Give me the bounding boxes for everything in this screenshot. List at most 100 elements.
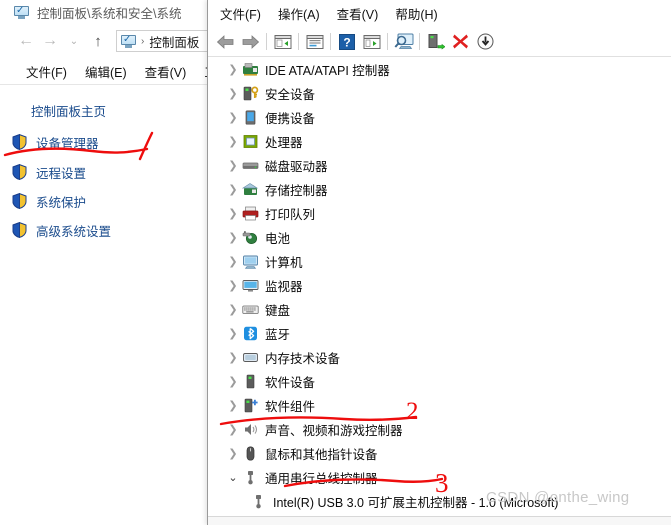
tree-row[interactable]: ❯ 软件组件: [208, 393, 671, 417]
chevron-right-icon[interactable]: ❯: [224, 81, 242, 105]
chevron-right-icon[interactable]: ❯: [224, 57, 242, 81]
tree-row[interactable]: ❯ 鼠标和其他指针设备: [208, 441, 671, 465]
tree-row[interactable]: ❯ 软件设备: [208, 369, 671, 393]
tree-row-label: 软件组件: [265, 399, 316, 414]
toolbar-separator: [387, 33, 388, 50]
chevron-right-icon[interactable]: ❯: [224, 249, 242, 273]
tree-row[interactable]: ❯ IDE ATA/ATAPI 控制器: [208, 57, 671, 81]
sound-video-game-controller-icon: [242, 421, 259, 438]
chevron-right-icon[interactable]: ❯: [224, 201, 242, 225]
usb-device-icon: [250, 493, 267, 510]
tree-row-label: 鼠标和其他指针设备: [265, 447, 378, 462]
chevron-right-icon[interactable]: ❯: [224, 369, 242, 393]
enable-device-icon[interactable]: [423, 30, 448, 54]
chevron-right-icon[interactable]: ❯: [224, 441, 242, 465]
link-device-manager[interactable]: 设备管理器: [12, 133, 99, 151]
tree-row[interactable]: ❯ 存储控制器: [208, 177, 671, 201]
link-remote-settings[interactable]: 远程设置: [12, 163, 86, 181]
forward-icon[interactable]: [238, 30, 263, 54]
tree-row[interactable]: ❯ 内存技术设备: [208, 345, 671, 369]
chevron-right-icon[interactable]: ❯: [224, 297, 242, 321]
dm-menu-file[interactable]: 文件(F): [220, 4, 261, 23]
breadcrumb-separator: ›: [141, 35, 145, 47]
tree-row[interactable]: ❯ 便携设备: [208, 105, 671, 129]
disk-drive-icon: [242, 157, 259, 174]
chevron-right-icon[interactable]: ❯: [224, 225, 242, 249]
shield-icon: [12, 164, 27, 180]
menu-view[interactable]: 查看(V): [145, 62, 187, 81]
link-label: 远程设置: [36, 166, 87, 181]
properties-icon[interactable]: [302, 30, 327, 54]
update-driver-icon[interactable]: [359, 30, 384, 54]
chevron-right-icon[interactable]: ❯: [224, 393, 242, 417]
software-component-icon: [242, 397, 259, 414]
dm-menu-action[interactable]: 操作(A): [278, 4, 320, 23]
forward-icon[interactable]: →: [38, 29, 62, 53]
link-system-protection[interactable]: 系统保护: [12, 192, 86, 210]
dm-menu-view[interactable]: 查看(V): [337, 4, 379, 23]
tree-row-label: 打印队列: [265, 207, 316, 222]
chevron-right-icon[interactable]: ❯: [224, 177, 242, 201]
device-tree[interactable]: ❯ IDE ATA/ATAPI 控制器 ❯ 安全设备 ❯ 便携设备 ❯ 处理器 …: [208, 57, 671, 517]
ide-controller-icon: [242, 61, 259, 78]
tree-row-label: 便携设备: [265, 111, 316, 126]
tree-row[interactable]: ❯ 键盘: [208, 297, 671, 321]
back-icon[interactable]: [213, 30, 238, 54]
tree-row-label: 监视器: [265, 279, 303, 294]
tree-row[interactable]: ❯ 监视器: [208, 273, 671, 297]
show-hide-console-tree-icon[interactable]: [270, 30, 295, 54]
annotation-number-2: 2: [406, 398, 419, 425]
chevron-down-icon[interactable]: ⌄: [62, 29, 86, 53]
processor-icon: [242, 133, 259, 150]
tree-row-label: 磁盘驱动器: [265, 159, 328, 174]
shield-icon: [12, 134, 27, 150]
link-label: 设备管理器: [36, 136, 99, 151]
chevron-right-icon[interactable]: ❯: [224, 321, 242, 345]
chevron-right-icon[interactable]: ❯: [224, 273, 242, 297]
tree-row-label: IDE ATA/ATAPI 控制器: [265, 63, 390, 78]
chevron-right-icon[interactable]: ❯: [224, 105, 242, 129]
help-icon[interactable]: ?: [334, 30, 359, 54]
usb-controller-icon: [242, 469, 259, 486]
device-manager-menubar: 文件(F) 操作(A) 查看(V) 帮助(H): [208, 0, 671, 27]
chevron-right-icon[interactable]: ❯: [224, 345, 242, 369]
back-icon[interactable]: ←: [14, 29, 38, 53]
device-manager-toolbar: ?: [208, 27, 671, 57]
menu-file[interactable]: 文件(F): [26, 62, 67, 81]
dm-menu-help[interactable]: 帮助(H): [395, 4, 437, 23]
chevron-down-icon[interactable]: ⌄: [224, 465, 242, 489]
chevron-right-icon[interactable]: ❯: [224, 153, 242, 177]
control-panel-home-link[interactable]: 控制面板主页: [31, 101, 106, 120]
tree-row[interactable]: ❯ 蓝牙: [208, 321, 671, 345]
tree-row-label: 软件设备: [265, 375, 316, 390]
uninstall-device-icon[interactable]: [448, 30, 473, 54]
tree-row-label: 存储控制器: [265, 183, 328, 198]
tree-row[interactable]: ❯ 安全设备: [208, 81, 671, 105]
link-label: 高级系统设置: [36, 224, 112, 239]
arrow-up-icon[interactable]: ↑: [86, 29, 110, 53]
svg-text:?: ?: [343, 35, 350, 49]
print-queue-icon: [242, 205, 259, 222]
chevron-right-icon[interactable]: ❯: [224, 417, 242, 441]
tree-row-label: 计算机: [265, 255, 303, 270]
security-device-icon: [242, 85, 259, 102]
portable-device-icon: [242, 109, 259, 126]
device-manager-statusbar: [208, 516, 671, 525]
tree-row[interactable]: ❯ 计算机: [208, 249, 671, 273]
link-advanced-system-settings[interactable]: 高级系统设置: [12, 221, 111, 239]
tree-row[interactable]: ❯ 处理器: [208, 129, 671, 153]
chevron-right-icon[interactable]: ❯: [224, 129, 242, 153]
scan-for-hardware-changes-icon[interactable]: [391, 30, 416, 54]
download-icon[interactable]: [473, 30, 498, 54]
menu-edit[interactable]: 编辑(E): [85, 62, 127, 81]
breadcrumb-item[interactable]: 控制面板: [149, 32, 199, 51]
tree-row[interactable]: ❯ 电池: [208, 225, 671, 249]
link-label: 系统保护: [36, 195, 87, 210]
monitor-icon: [242, 277, 259, 294]
tree-row[interactable]: ❯ 打印队列: [208, 201, 671, 225]
tree-row[interactable]: ❯ 声音、视频和游戏控制器: [208, 417, 671, 441]
control-panel-left-pane: 控制面板主页 设备管理器 远程设置 系统保护 高级系统设置: [0, 86, 210, 525]
monitor-icon: ✓: [14, 5, 29, 19]
monitor-icon: ✓: [121, 34, 136, 48]
tree-row[interactable]: ❯ 磁盘驱动器: [208, 153, 671, 177]
